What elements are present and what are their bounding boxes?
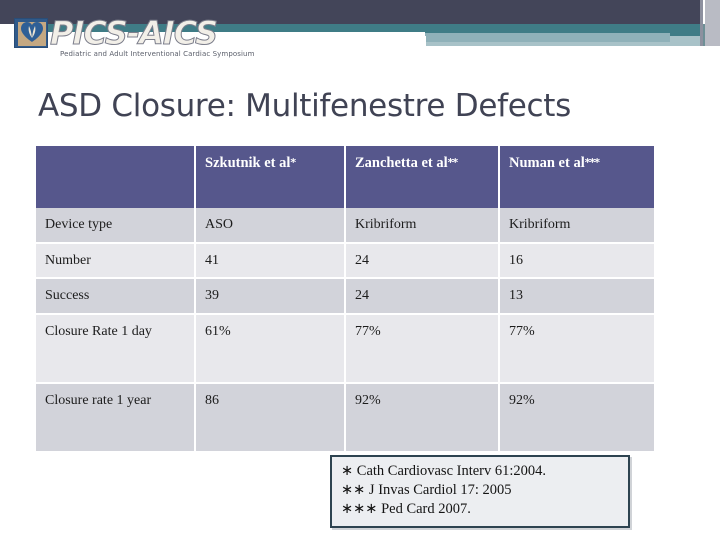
cell-value: ASO [195, 208, 346, 244]
cell-value: 41 [195, 242, 346, 279]
column-header-numan: Numan et al*** [499, 146, 654, 208]
row-label: Device type [36, 208, 196, 244]
footnote-marker: * [290, 156, 296, 169]
banner-right-bar-light [705, 0, 720, 46]
table-row: Closure rate 1 year 86 92% 92% [36, 382, 654, 453]
cell-value: Kribriform [499, 208, 654, 244]
heart-leaf-icon [14, 18, 48, 48]
cell-value: 86 [195, 382, 346, 453]
row-label: Number [36, 242, 196, 279]
footnote-line-3: ∗∗∗ Ped Card 2007. [341, 501, 471, 518]
row-label: Closure Rate 1 day [36, 313, 196, 384]
column-header-label: Numan et al [509, 155, 585, 171]
cell-value: 92% [499, 382, 654, 453]
cell-value: 39 [195, 278, 346, 315]
cell-value: 24 [345, 278, 500, 315]
column-header-rowlabel [36, 146, 196, 208]
cell-value: 13 [499, 278, 654, 315]
cell-value: 16 [499, 242, 654, 279]
row-label: Success [36, 278, 196, 315]
cell-value: 24 [345, 242, 500, 279]
footnote-marker: ** [447, 156, 458, 169]
table-row: Device type ASO Kribriform Kribriform [36, 208, 654, 244]
banner-teal-segment [425, 33, 670, 42]
cell-value: Kribriform [345, 208, 500, 244]
footnote-box: ∗ Cath Cardiovasc Interv 61:2004. ∗∗ J I… [330, 455, 630, 529]
table-row: Number 41 24 16 [36, 242, 654, 279]
cell-value: 92% [345, 382, 500, 453]
logo-wordmark: PICS-AICS [49, 14, 218, 53]
column-header-label: Szkutnik et al [205, 155, 291, 171]
cell-value: 61% [195, 313, 346, 384]
heart-glyph [21, 22, 43, 42]
table-row: Closure Rate 1 day 61% 77% 77% [36, 313, 654, 384]
column-header-szkutnik: Szkutnik et al* [195, 146, 346, 208]
row-label: Closure rate 1 year [36, 382, 196, 453]
table-row: Success 39 24 13 [36, 278, 654, 315]
comparison-table: Szkutnik et al* Zanchetta et al** Numan … [36, 146, 654, 453]
column-header-zanchetta: Zanchetta et al** [345, 146, 500, 208]
footnote-marker: *** [584, 156, 600, 169]
banner-right-bar-teal [703, 24, 705, 46]
cell-value: 77% [499, 313, 654, 384]
cell-value: 77% [345, 313, 500, 384]
table-header-row: Szkutnik et al* Zanchetta et al** Numan … [36, 146, 654, 208]
footnote-line-1: ∗ Cath Cardiovasc Interv 61:2004. [341, 463, 547, 479]
pics-aics-logo: PICS-AICS Pediatric and Adult Interventi… [14, 14, 254, 62]
page-title: ASD Closure: Multifenestre Defects [38, 88, 571, 124]
footnote-line-2: ∗∗ J Invas Cardiol 17: 2005 [341, 482, 512, 499]
logo-subtitle: Pediatric and Adult Interventional Cardi… [60, 50, 255, 58]
column-header-label: Zanchetta et al [355, 155, 448, 171]
